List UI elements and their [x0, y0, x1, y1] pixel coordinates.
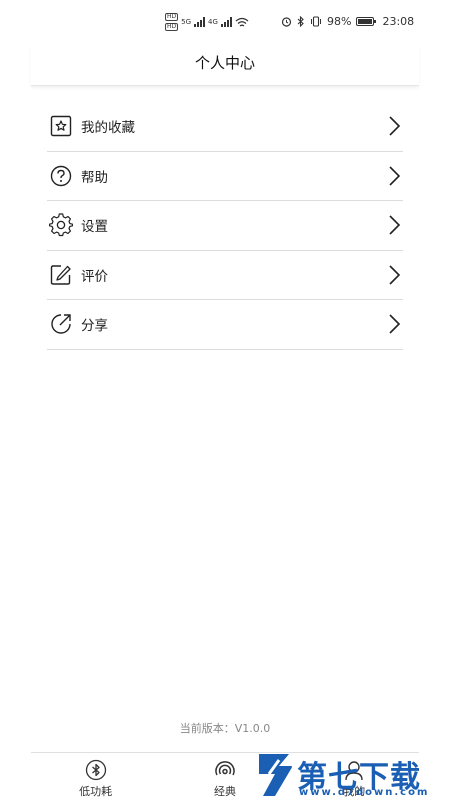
menu-item-label: 我的收藏 — [81, 120, 135, 137]
bluetooth-icon — [85, 759, 106, 781]
menu-item-help[interactable]: 帮助 — [47, 152, 403, 201]
gear-icon — [49, 213, 73, 237]
signal-waves-icon — [215, 761, 235, 776]
menu-item-rate[interactable]: 评价 — [47, 251, 403, 300]
menu-item-favorites[interactable]: 我的收藏 — [47, 102, 403, 152]
question-circle-icon — [49, 164, 73, 188]
edit-pen-icon — [49, 263, 73, 287]
alarm-icon — [281, 17, 292, 27]
status-bar: HD HD 5G 4G 98% 23:08 — [0, 0, 450, 46]
battery-percent: 98% — [327, 15, 352, 28]
menu-item-label: 评价 — [81, 268, 108, 285]
battery-icon — [356, 17, 377, 26]
watermark-logo-icon — [259, 754, 292, 796]
tab-low-power[interactable]: 低功耗 — [31, 753, 160, 800]
share-arrow-icon — [49, 312, 73, 336]
status-right: 98% 23:08 — [281, 15, 414, 28]
tab-label: 低功耗 — [79, 785, 113, 798]
hd-badge: HD — [165, 13, 179, 21]
version-text: 当前版本：V1.0.0 — [179, 722, 271, 735]
watermark: 第七下载站 www.d7down.com — [255, 752, 450, 800]
chevron-right-icon — [389, 166, 401, 186]
menu-item-settings[interactable]: 设置 — [47, 201, 403, 251]
tab-label: 经典 — [213, 785, 236, 798]
vibrate-icon — [311, 16, 321, 27]
bluetooth-status-icon — [297, 16, 304, 27]
chevron-right-icon — [389, 314, 401, 334]
menu-item-label: 帮助 — [81, 169, 108, 186]
net-type: 4G — [208, 18, 218, 26]
status-time: 23:08 — [382, 15, 415, 28]
star-box-icon — [49, 114, 73, 138]
chevron-right-icon — [389, 215, 401, 235]
menu-item-label: 分享 — [81, 318, 108, 335]
page-header: 个人中心 — [31, 46, 419, 86]
net-type: 5G — [181, 18, 192, 26]
chevron-right-icon — [389, 265, 401, 285]
chevron-right-icon — [389, 116, 401, 136]
wifi-icon — [235, 17, 249, 27]
menu-item-share[interactable]: 分享 — [47, 300, 403, 350]
network-indicators: HD HD 5G 4G — [165, 13, 249, 31]
hd-badge: HD — [165, 23, 179, 31]
page-title: 个人中心 — [194, 54, 255, 72]
signal-icon — [220, 17, 232, 27]
menu-item-label: 设置 — [81, 219, 108, 236]
menu-list: 我的收藏 帮助 设置 评价 分享 — [47, 102, 403, 350]
watermark-url: www.d7down.com — [299, 787, 430, 798]
signal-icon — [194, 17, 206, 27]
